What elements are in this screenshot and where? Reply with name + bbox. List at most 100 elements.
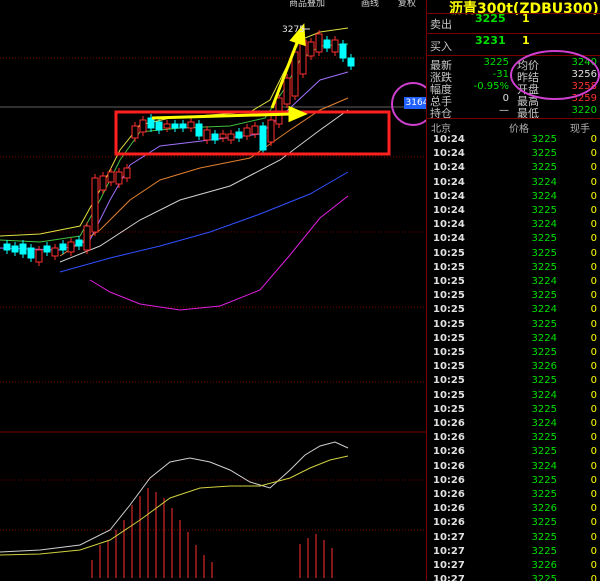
candle-body [307,41,315,57]
tick-time: 10:26 [433,503,465,515]
candle-body [211,133,219,141]
tick-qty: 0 [590,460,597,472]
candle-body [283,77,291,105]
tick-time: 10:24 [433,148,465,160]
tab-draw-line[interactable]: 画线 [361,0,379,9]
tick-qty: 0 [590,332,597,344]
kline-chart[interactable]: 3275 [0,0,426,581]
tick-time: 10:26 [433,446,465,458]
sell-price[interactable]: 3225 [475,12,506,25]
candle-body [235,131,243,139]
tick-qty: 0 [590,276,597,287]
tick-price: 3225 [531,148,557,160]
candle-body [91,177,99,233]
tick-qty: 0 [590,247,597,259]
tick-qty: 0 [590,290,597,302]
tick-time: 10:27 [433,531,465,543]
tab-adjust[interactable]: 复权 [398,0,416,9]
tick-price: 3225 [531,347,557,358]
tick-qty: 0 [590,190,597,202]
candle-body [219,133,227,139]
candle-body [251,125,259,135]
tick-time: 10:25 [433,375,465,387]
tick-qty: 0 [590,489,597,500]
tick-time: 10:25 [433,389,465,401]
candle-body [267,119,275,143]
tick-time: 10:26 [433,418,465,429]
tick-price: 3225 [531,403,557,415]
tick-qty: 0 [590,560,597,571]
candle-body [331,39,339,53]
candle-body [83,225,91,251]
candle-body [99,175,107,191]
candle-body [107,171,115,183]
tick-qty: 0 [590,162,597,174]
candle-body [155,121,163,131]
tick-qty: 0 [590,545,597,557]
tick-time: 10:26 [433,517,465,529]
candle-body [203,129,211,141]
tick-time: 10:27 [433,545,465,557]
tick-price: 3225 [531,318,557,330]
ticks-header-time: 北京 [431,124,451,135]
candle-body [187,121,195,129]
tick-price: 3225 [531,233,557,245]
candle-body [131,125,139,139]
macd-lines [0,441,349,556]
tick-qty: 0 [590,304,597,316]
candle-body [3,243,11,251]
tick-time: 10:26 [433,432,465,444]
candle-body [163,123,171,129]
tick-price: 3226 [531,361,557,373]
tick-qty: 0 [590,219,597,231]
tick-price: 3224 [531,389,557,401]
tick-time: 10:27 [433,560,465,571]
ma-line-purple [0,71,349,251]
tick-price: 3224 [531,332,557,344]
tick-time: 10:24 [433,162,465,174]
quote-value: -0.95% [473,81,509,92]
buy-quantity: 1 [522,34,530,47]
candle-body [243,127,251,137]
tick-price: 3225 [531,474,557,486]
quote-panel: 沥青300t(ZDBU300) 卖出 3225 1 买入 3231 1 最新 32… [426,0,600,581]
tick-price: 3225 [531,574,557,581]
quote-value: — [499,105,509,116]
candle-body [139,119,147,133]
tick-time: 10:25 [433,247,465,259]
buy-price[interactable]: 3231 [475,34,506,47]
tick-qty: 0 [590,574,597,581]
tick-time: 10:27 [433,574,465,581]
sell-label: 卖出 [430,18,452,31]
tick-qty: 0 [590,432,597,444]
tab-overlay[interactable]: 商品叠加 [289,0,325,9]
tick-price: 3224 [531,304,557,316]
tick-price: 3225 [531,162,557,174]
candle-body [123,167,131,179]
tick-qty: 0 [590,403,597,415]
tick-price: 3225 [531,134,557,145]
tick-price: 3225 [531,446,557,458]
ticks-header-qty: 现手 [570,124,590,135]
candle-body [67,241,75,253]
tick-qty: 0 [590,148,597,160]
tick-price: 3226 [531,560,557,571]
tick-time: 10:26 [433,474,465,486]
tick-time: 10:24 [433,219,465,231]
tick-qty: 0 [590,503,597,515]
chart-grid [0,57,426,531]
tick-price: 3224 [531,176,557,188]
candle-body [43,245,51,253]
tick-price: 3226 [531,503,557,515]
candle-body [147,117,155,129]
candle-body [171,123,179,129]
tick-time: 10:25 [433,361,465,373]
tick-qty: 0 [590,361,597,373]
tick-price: 3224 [531,418,557,429]
tick-time: 10:26 [433,489,465,500]
tick-price: 3225 [531,290,557,302]
tick-price: 3225 [531,489,557,500]
tick-qty: 0 [590,205,597,216]
tick-qty: 0 [590,233,597,245]
candle-body [59,243,67,251]
